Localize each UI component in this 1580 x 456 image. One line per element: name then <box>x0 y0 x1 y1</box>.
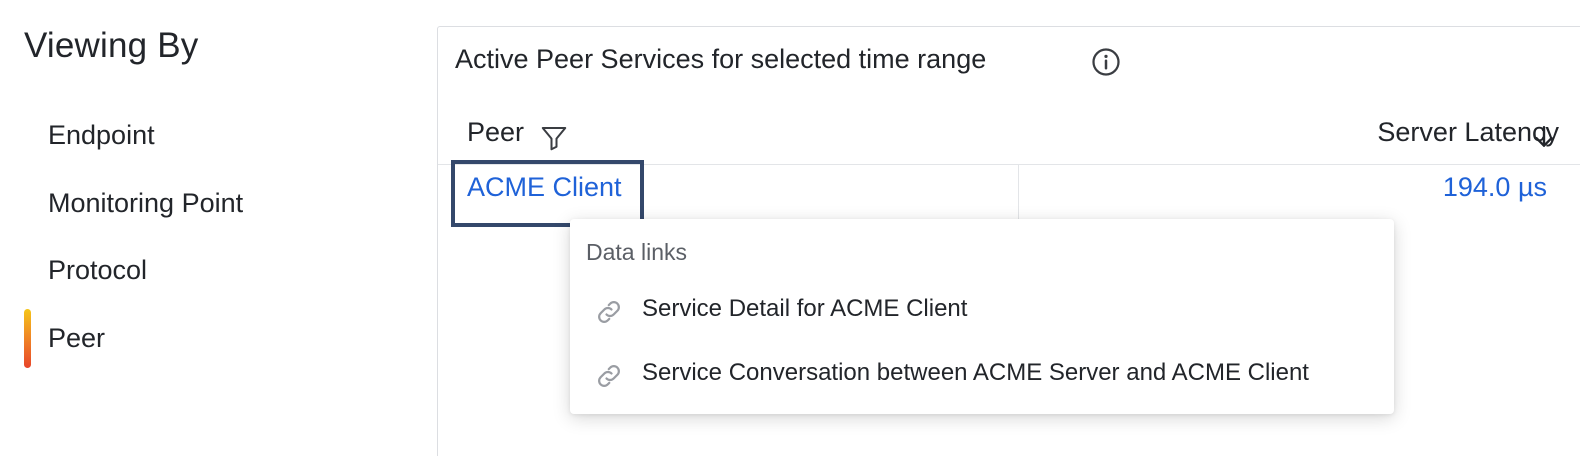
data-links-heading: Data links <box>586 239 687 265</box>
nav-item-protocol[interactable]: Protocol <box>48 250 147 290</box>
server-latency-value[interactable]: 194.0 µs <box>1443 167 1547 207</box>
chain-link-icon <box>598 301 620 323</box>
chain-link-icon <box>598 365 620 387</box>
column-header-peer-label: Peer <box>467 117 525 147</box>
data-link-service-detail[interactable]: Service Detail for ACME Client <box>570 283 1394 339</box>
arrow-down-icon[interactable] <box>1531 123 1557 151</box>
column-header-peer[interactable]: Peer <box>467 117 524 148</box>
data-link-label: Service Conversation between ACME Server… <box>642 359 1309 386</box>
page-root: Viewing By Endpoint Monitoring Point Pro… <box>0 0 1580 456</box>
data-link-label: Service Detail for ACME Client <box>642 295 968 322</box>
active-nav-indicator <box>24 309 31 368</box>
filter-funnel-icon[interactable] <box>539 123 569 153</box>
peer-link-acme-client[interactable]: ACME Client <box>467 167 622 207</box>
nav-item-peer[interactable]: Peer <box>48 318 105 358</box>
data-links-popup: Data links Service Detail for ACME Clien… <box>570 219 1394 414</box>
nav-item-endpoint[interactable]: Endpoint <box>48 115 155 155</box>
nav-item-monitoring-point[interactable]: Monitoring Point <box>48 183 243 223</box>
info-circle-icon[interactable] <box>1091 47 1121 77</box>
data-link-service-conversation[interactable]: Service Conversation between ACME Server… <box>570 347 1394 403</box>
panel-title: Active Peer Services for selected time r… <box>455 44 987 74</box>
viewing-by-heading: Viewing By <box>24 26 199 65</box>
